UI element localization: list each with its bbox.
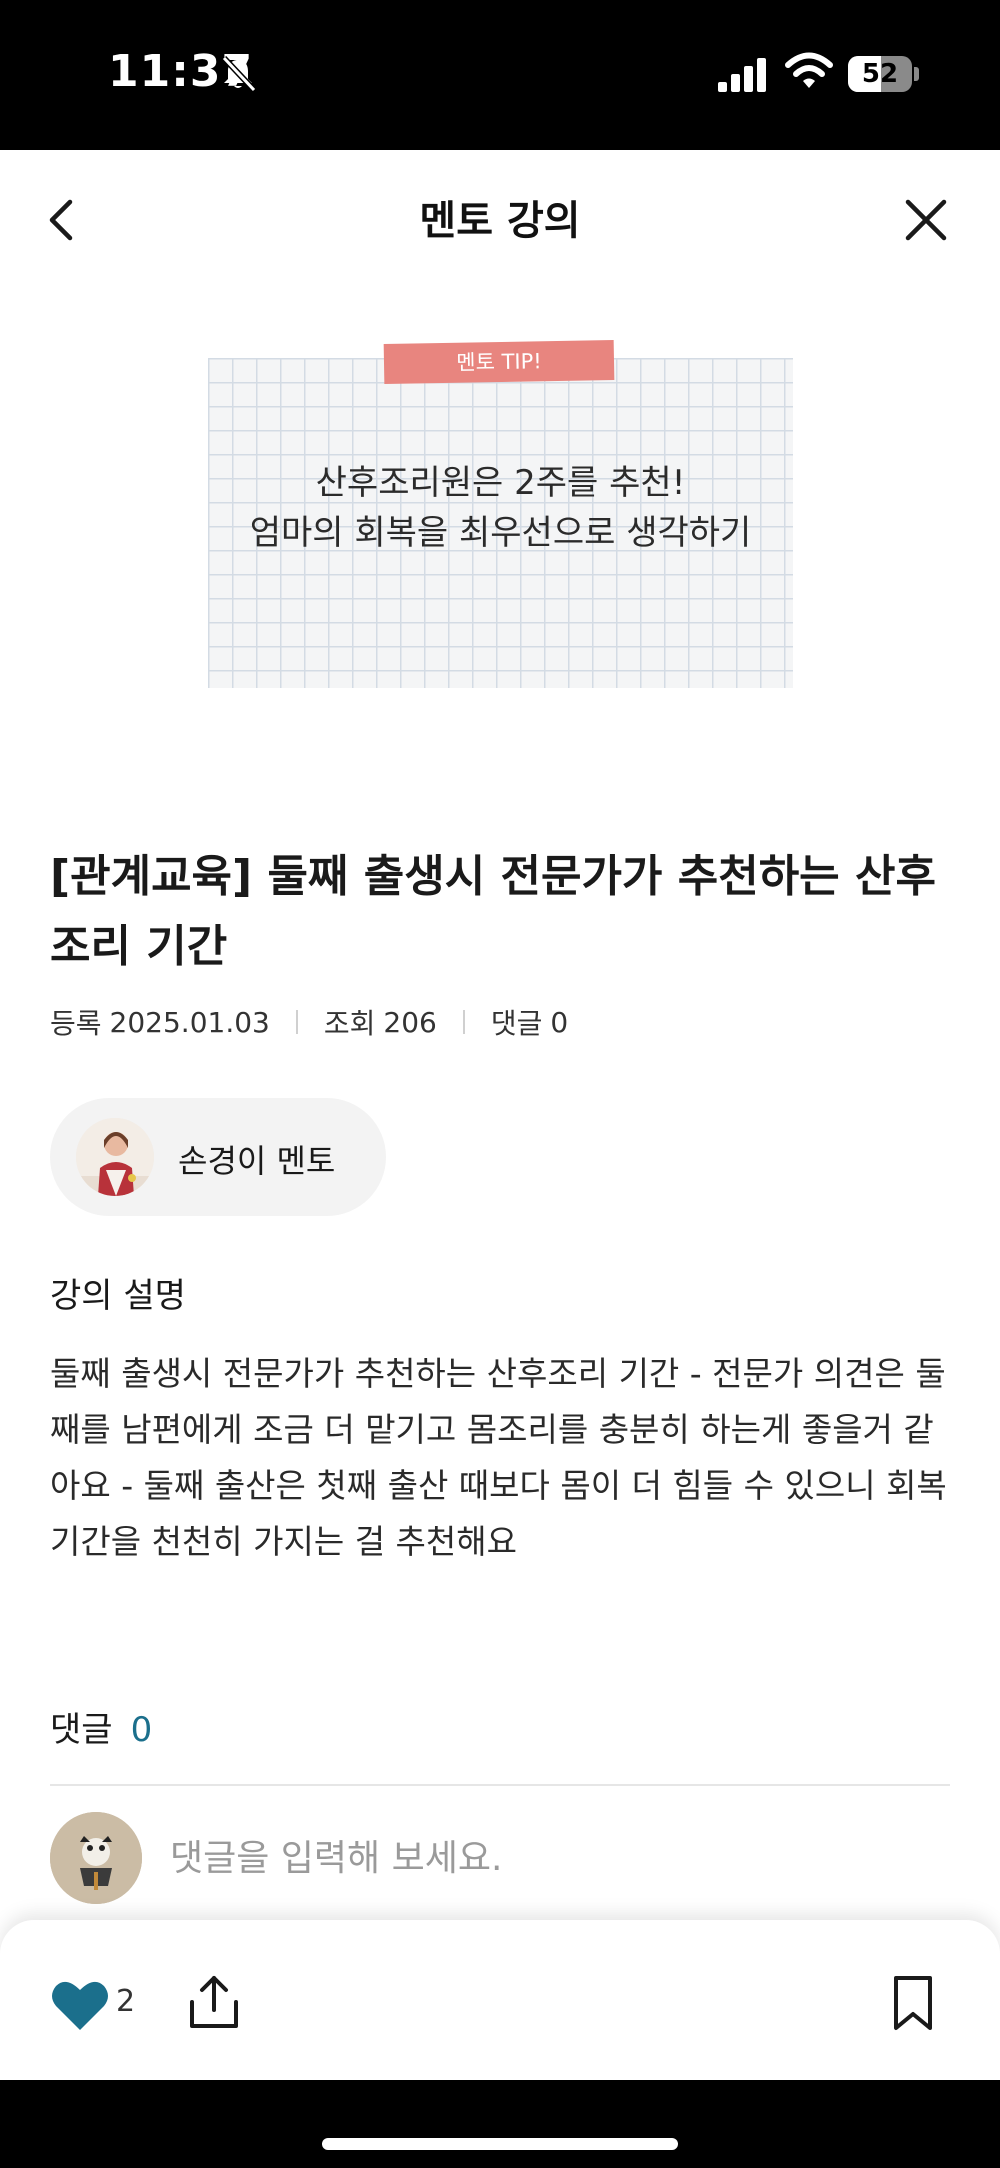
- views-count: 206: [383, 1005, 437, 1039]
- views-label: 조회: [323, 1007, 376, 1040]
- bookmark-icon[interactable]: [890, 1974, 936, 2032]
- share-icon[interactable]: [186, 1972, 242, 2032]
- nav-bar: 멘토 강의: [0, 150, 1000, 290]
- bell-slash-icon: [221, 55, 257, 93]
- registered-label: 등록: [50, 1007, 102, 1040]
- app-screen: 멘토 강의 멘토 TIP! 산후조리원은 2주를 추천! 엄마의 회복을 최우선…: [0, 150, 1000, 2080]
- comments-count: 0: [130, 1710, 153, 1750]
- comments-meta-count: 0: [550, 1005, 569, 1039]
- battery-level: 52: [861, 59, 899, 89]
- registered-date: 2025.01.03: [109, 1005, 270, 1039]
- comment-input[interactable]: [170, 1822, 950, 1894]
- lecture-description: 둘째 출생시 전문가가 추천하는 산후조리 기간 - 전문가 의견은 둘째를 남…: [50, 1354, 947, 1561]
- article-title: [관계교육] 둘째 출생시 전문가가 추천하는 산후조리 기간: [50, 851, 936, 972]
- close-icon[interactable]: [896, 190, 956, 250]
- heart-icon[interactable]: [50, 1978, 110, 2032]
- home-indicator-area: [0, 2080, 1000, 2168]
- page-title: 멘토 강의: [419, 198, 581, 244]
- user-avatar: [50, 1812, 142, 1904]
- thumbnail-tag: 멘토 TIP!: [383, 339, 615, 385]
- meta-divider: [295, 1010, 298, 1034]
- mentor-avatar: [76, 1118, 154, 1196]
- description-label: 강의 설명: [50, 1276, 186, 1316]
- status-bar: 11:37 52: [0, 0, 1000, 150]
- comments-divider: [50, 1784, 950, 1786]
- thumbnail-line-2: 엄마의 회복을 최우선으로 생각하기: [249, 513, 752, 553]
- wifi-icon: [785, 52, 833, 88]
- bottom-action-bar: 2: [0, 1920, 1000, 2080]
- signal-icon: [718, 58, 766, 92]
- article-meta: 등록 2025.01.03 조회 206 댓글 0: [50, 1002, 568, 1042]
- mentor-name: 손경이 멘토: [178, 1142, 336, 1180]
- comments-meta-label: 댓글: [490, 1007, 543, 1040]
- meta-divider: [462, 1010, 465, 1034]
- like-count: 2: [116, 1984, 136, 2019]
- battery-tip: [914, 67, 919, 81]
- mentor-chip[interactable]: 손경이 멘토: [50, 1098, 386, 1216]
- home-indicator[interactable]: [322, 2138, 678, 2150]
- comments-header: 댓글 0: [50, 1702, 152, 1751]
- thumbnail-caption: 산후조리원은 2주를 추천! 엄마의 회복을 최우선으로 생각하기: [208, 458, 793, 558]
- comments-label: 댓글: [50, 1710, 113, 1750]
- thumbnail-line-1: 산후조리원은 2주를 추천!: [315, 463, 686, 503]
- battery-indicator: 52: [848, 56, 912, 92]
